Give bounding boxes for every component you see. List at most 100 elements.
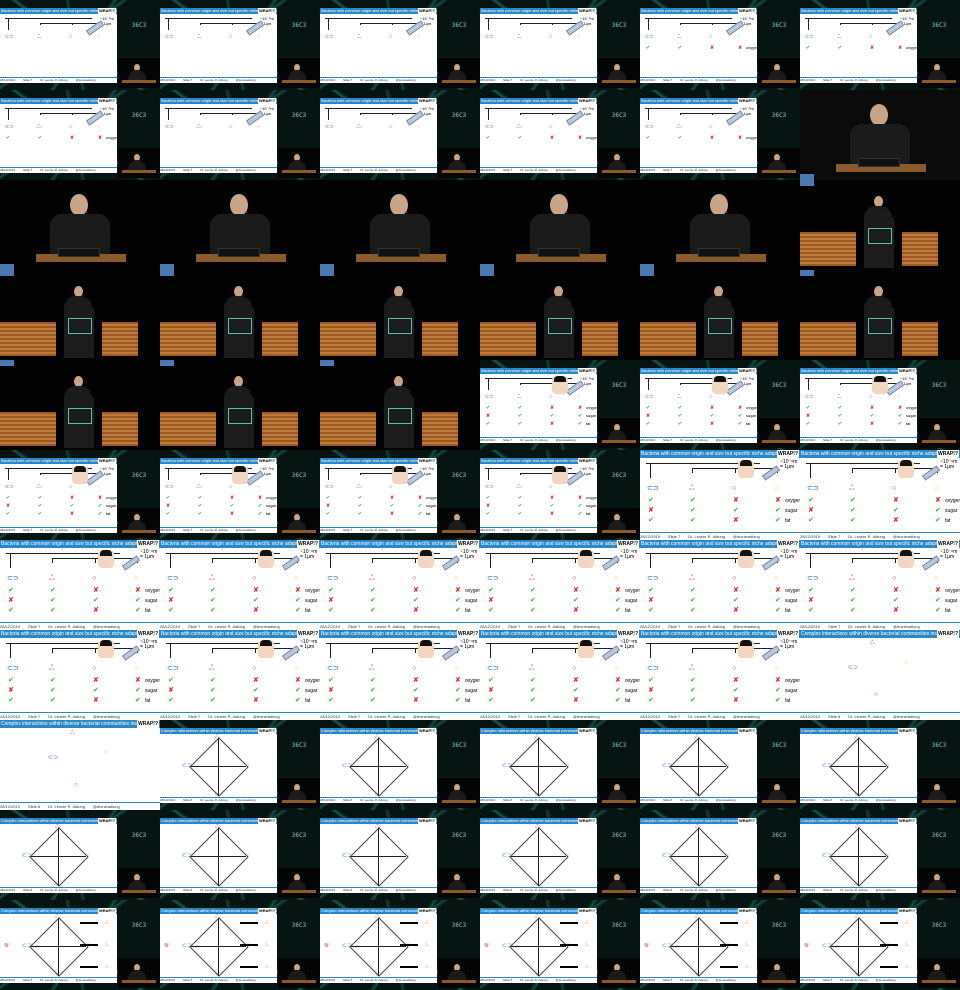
bacterium-purple-icon: ஃ <box>689 665 695 672</box>
footer-slide: Slide 7 <box>508 624 521 629</box>
check-icon: ✔ <box>166 495 171 501</box>
tree-branch <box>485 18 572 19</box>
footer-handle: @leonieadlung <box>75 78 96 82</box>
footer-slide: Slide 7 <box>348 624 361 629</box>
conference-logo: WRAP!? <box>898 8 916 14</box>
presentation-slide: Bacteria with common origin and size but… <box>640 630 800 720</box>
tree-branch <box>895 468 896 473</box>
network-edge <box>670 856 726 857</box>
bacterium-red-icon: ○ <box>412 575 417 582</box>
bacterium-icon: ○ <box>246 852 250 858</box>
footer-author: Dr. Leonie R. Adlung <box>200 978 228 982</box>
video-frame-thumbnail: Bacteria with common origin and size but… <box>800 360 960 450</box>
footer-handle: @leonieadlung <box>572 714 600 719</box>
congress-logo: 36C3 <box>131 112 147 119</box>
speaker-torso <box>384 296 412 312</box>
speaker-video-pip <box>278 778 320 808</box>
bacterium-blue-icon: ⊂⊃ <box>325 484 334 490</box>
stage-light <box>800 270 814 276</box>
speaker-video-pip <box>278 148 320 178</box>
footer-handle: @leonieadlung <box>892 714 920 719</box>
video-frame-thumbnail: Bacteria with common origin and size but… <box>480 360 640 450</box>
tree-branch <box>840 383 841 385</box>
lectern-logo <box>868 228 892 244</box>
row-label-sugar: sugar <box>305 598 318 604</box>
row-label-sugar: sugar <box>465 598 478 604</box>
presentation-slide: Complex interactions within diverse bact… <box>320 908 437 983</box>
tree-branch <box>680 23 681 25</box>
footer-slide: Slide 8 <box>183 978 193 982</box>
presenter-avatar-icon <box>738 550 754 568</box>
cross-icon: ✘ <box>648 597 654 604</box>
network-edge <box>58 918 59 976</box>
footer-handle: @leonieadlung <box>555 978 576 982</box>
presentation-slide: Complex interactions within diverse bact… <box>160 728 277 803</box>
conference-logo: WRAP!? <box>898 728 916 734</box>
scale-label: ~10⁻⁶m = 1µm <box>780 460 797 470</box>
check-icon: ✔ <box>38 495 43 501</box>
lectern <box>282 170 316 173</box>
check-icon: ✔ <box>488 607 494 614</box>
cross-icon: ✘ <box>775 677 781 684</box>
speaker-torso <box>224 386 252 402</box>
footer-slide: Slide 7 <box>188 624 201 629</box>
footer-slide: Slide 7 <box>343 168 353 172</box>
lectern <box>864 308 894 358</box>
lectern <box>442 890 476 893</box>
bacterium-icon: ஃ <box>535 914 540 920</box>
footer-slide: Slide 8 <box>23 888 33 892</box>
congress-logo: 36C3 <box>931 832 947 839</box>
tree-branch <box>840 383 900 384</box>
footer-author: Dr. Leonie R. Adlung <box>680 78 708 82</box>
footer-date: 28/12/2019 <box>640 78 656 82</box>
slide-title: Bacteria with common origin and size but… <box>0 630 160 638</box>
presentation-slide: Bacteria with common origin and size but… <box>480 98 597 173</box>
slide-footer: 28/12/2019 Slide 7 Dr. Leonie R. Adlung @le… <box>160 527 277 533</box>
video-frame-thumbnail: Bacteria with common origin and size but… <box>480 90 640 180</box>
bacterium-icon: ⊂⊃ <box>22 943 33 949</box>
footer-author: Dr. Leonie R. Adlung <box>368 714 405 719</box>
speaker-video-pip <box>278 958 320 988</box>
bacterium-blue-icon: ⊂⊃ <box>485 124 494 130</box>
scale-label: ~10⁻⁶m = 1µm <box>300 550 317 560</box>
check-icon: ✔ <box>573 597 579 604</box>
check-icon: ✔ <box>93 597 99 604</box>
footer-handle: @leonieadlung <box>92 624 120 629</box>
desk-right <box>422 322 458 356</box>
footer-date: 28/12/2019 <box>0 624 21 629</box>
footer-slide: Slide 7 <box>828 534 841 539</box>
check-icon: ✔ <box>806 405 811 411</box>
check-icon: ✔ <box>646 45 651 51</box>
check-icon: ✔ <box>518 511 523 517</box>
footer-slide: Slide 7 <box>668 534 681 539</box>
bacterium-blue-icon: ⊂⊃ <box>5 124 14 130</box>
cross-icon: ✘ <box>390 495 395 501</box>
video-frame-thumbnail: Bacteria with common origin and size but… <box>160 630 320 720</box>
check-icon: ✔ <box>808 607 814 614</box>
cross-icon: ✘ <box>98 495 103 501</box>
bacterium-icon: ஃ <box>535 734 540 740</box>
cross-icon: ✘ <box>733 697 739 704</box>
slide-footer: 28/12/2019 Slide 7 Dr. Leonie R. Adlung @le… <box>480 437 597 443</box>
check-icon: ✔ <box>8 677 14 684</box>
check-icon: ✔ <box>6 511 11 517</box>
bacterium-icon: ஃ <box>215 734 220 740</box>
bacterium-purple-icon: ஃ <box>37 34 41 40</box>
video-frame-thumbnail: Bacteria with common origin and size but… <box>480 540 640 630</box>
bacterium-icon: ○ <box>904 660 908 666</box>
check-icon: ✔ <box>690 497 696 504</box>
bacterium-icon: ⊂⊃ <box>822 763 833 769</box>
footer-date: 28/12/2019 <box>480 438 496 442</box>
tree-branch <box>40 23 100 24</box>
tree-branch <box>575 648 576 653</box>
tree-branch <box>95 648 96 653</box>
cross-icon: ✘ <box>413 607 419 614</box>
speaker-video-pip <box>118 58 160 88</box>
slide-title: Complex interactions within diverse bact… <box>0 720 160 728</box>
conference-logo: WRAP!? <box>418 728 436 734</box>
network-edge <box>538 738 539 796</box>
footer-date: 28/12/2019 <box>800 534 821 539</box>
conference-logo: WRAP!? <box>937 540 959 548</box>
check-icon: ✔ <box>935 517 941 524</box>
bacterium-icon: ஃ <box>55 824 60 830</box>
